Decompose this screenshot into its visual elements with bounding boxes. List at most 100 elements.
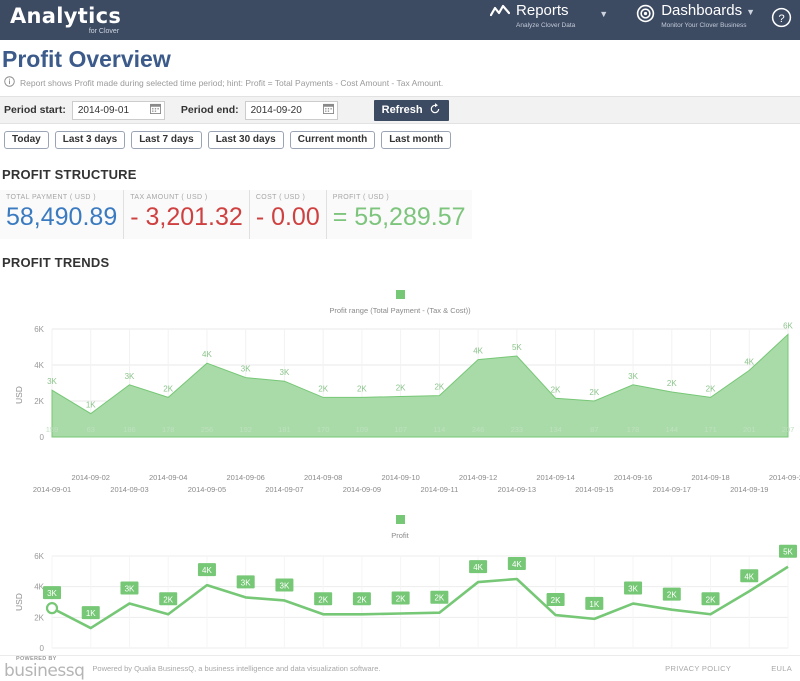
area-chart-container: Profit range (Total Payment - (Tax & Cos… [0,286,800,509]
quick-range-last-month[interactable]: Last month [381,131,451,149]
svg-text:3K: 3K [125,585,135,594]
svg-text:2014-09-01: 2014-09-01 [33,485,71,494]
quick-range-current-month[interactable]: Current month [290,131,375,149]
kpi-value-total-payment: 58,490.89 [6,202,117,232]
kpi-value-tax-amount: - 3,201.32 [130,202,243,232]
svg-text:3K: 3K [125,372,135,381]
profit-trends-section: PROFIT TRENDS Profit range (Total Paymen… [0,255,800,681]
svg-text:134: 134 [549,425,562,434]
nav-reports-title: Reports [516,2,569,19]
svg-text:2014-09-13: 2014-09-13 [498,485,536,494]
svg-text:2K: 2K [357,384,367,393]
svg-text:2014-09-20: 2014-09-20 [769,473,800,482]
target-icon [636,4,655,28]
svg-text:3K: 3K [628,585,638,594]
svg-text:2K: 2K [667,379,677,388]
kpi-label-tax-amount: TAX AMOUNT ( USD ) [130,194,243,201]
profit-structure-section: PROFIT STRUCTURE TOTAL PAYMENT ( USD ) 5… [0,167,800,239]
svg-text:4K: 4K [744,572,754,581]
quick-range-last-30-days[interactable]: Last 30 days [208,131,284,149]
svg-text:2014-09-18: 2014-09-18 [691,473,729,482]
svg-text:192: 192 [239,425,252,434]
svg-text:233: 233 [511,425,524,434]
quick-range-buttons: Today Last 3 days Last 7 days Last 30 da… [0,124,800,149]
chart-line-icon [490,4,510,25]
svg-text:63: 63 [87,425,95,434]
refresh-button[interactable]: Refresh [374,100,449,121]
svg-text:87: 87 [590,425,598,434]
brand-name: Analytics [10,6,121,27]
quick-range-last-3-days[interactable]: Last 3 days [55,131,125,149]
svg-text:3K: 3K [241,365,251,374]
businessq-logo: POWERED BY businessq [0,657,84,680]
calendar-icon-start[interactable] [150,103,161,117]
hint-text: Report shows Profit made during selected… [20,78,443,88]
svg-text:2014-09-14: 2014-09-14 [536,473,574,482]
top-navigation-bar: Analytics for Clover Reports Analyze Clo… [0,0,800,40]
kpi-card-cost: COST ( USD ) - 0.00 [249,190,326,239]
kpi-label-total-payment: TOTAL PAYMENT ( USD ) [6,194,117,201]
svg-text:1K: 1K [86,401,96,410]
svg-text:3K: 3K [280,368,290,377]
kpi-value-cost: - 0.00 [256,202,320,232]
info-icon [4,74,15,92]
svg-text:2014-09-16: 2014-09-16 [614,473,652,482]
area-chart-xaxis: 2014-09-012014-09-022014-09-032014-09-04… [0,470,800,504]
svg-text:2K: 2K [551,596,561,605]
svg-text:3K: 3K [241,578,251,587]
svg-text:186: 186 [123,425,136,434]
svg-text:3K: 3K [47,377,57,386]
nav-dashboards-desc: Monitor Your Clover Business [661,21,755,30]
profit-structure-title: PROFIT STRUCTURE [0,167,800,182]
svg-text:?: ? [778,13,784,25]
footer-link-eula[interactable]: EULA [771,664,792,673]
area-chart-ylabel: USD [14,386,24,404]
svg-text:4K: 4K [473,563,483,572]
svg-text:2014-09-12: 2014-09-12 [459,473,497,482]
svg-text:2014-09-05: 2014-09-05 [188,485,226,494]
legend-swatch-profit-range [396,290,405,299]
calendar-icon-end[interactable] [323,103,334,117]
svg-text:2014-09-03: 2014-09-03 [110,485,148,494]
kpi-card-total-payment: TOTAL PAYMENT ( USD ) 58,490.89 [0,190,123,239]
kpi-card-profit: PROFIT ( USD ) = 55,289.57 [326,190,472,239]
svg-text:170: 170 [317,425,330,434]
svg-text:2K: 2K [589,388,599,397]
kpi-label-profit: PROFIT ( USD ) [333,194,466,201]
chevron-down-icon-reports[interactable]: ▼ [585,9,626,19]
brand-subtitle: for Clover [10,28,121,35]
chevron-down-icon-dashboards[interactable]: ▼ [746,7,755,17]
svg-text:3K: 3K [280,581,290,590]
period-start-input[interactable]: 2014-09-01 [72,101,165,120]
area-chart-svg[interactable]: 02K4K6K3K1K3K2K4K3K3K2K2K2K2K4K5K2K2K3K2… [0,315,800,465]
brand-logo[interactable]: Analytics for Clover [0,6,121,35]
profit-trends-title: PROFIT TRENDS [0,255,800,270]
svg-text:4K: 4K [202,566,212,575]
hint-row: Report shows Profit made during selected… [2,74,800,92]
line-chart-ylabel: USD [14,593,24,611]
svg-text:4K: 4K [202,350,212,359]
line-chart-svg[interactable]: 02K4K6K3K1K3K2K4K3K3K2K2K2K2K4K4K2K1K3K2… [0,540,800,670]
svg-text:4K: 4K [744,357,754,366]
period-end-input[interactable]: 2014-09-20 [245,101,338,120]
footer-links: PRIVACY POLICY EULA [665,664,800,673]
nav-item-reports[interactable]: Reports Analyze Clover Data [480,0,585,40]
svg-text:4K: 4K [34,361,44,370]
svg-text:256: 256 [201,425,214,434]
quick-range-last-7-days[interactable]: Last 7 days [131,131,201,149]
nav-reports-desc: Analyze Clover Data [516,21,575,30]
nav-item-dashboards[interactable]: Dashboards ▼ Monitor Your Clover Business [626,0,765,40]
footer-link-privacy-policy[interactable]: PRIVACY POLICY [665,664,731,673]
page-footer: POWERED BY businessq Powered by Qualia B… [0,655,800,681]
svg-text:5K: 5K [512,343,522,352]
svg-text:1K: 1K [589,600,599,609]
svg-text:201: 201 [743,425,756,434]
svg-text:6K: 6K [783,321,793,330]
nav-dashboards-title: Dashboards [661,2,742,19]
question-mark-icon[interactable]: ? [771,7,792,33]
page-header: Profit Overview Report shows Profit made… [0,40,800,92]
svg-text:114: 114 [433,425,445,434]
svg-text:2K: 2K [434,383,444,392]
svg-text:2K: 2K [318,384,328,393]
quick-range-today[interactable]: Today [4,131,49,149]
